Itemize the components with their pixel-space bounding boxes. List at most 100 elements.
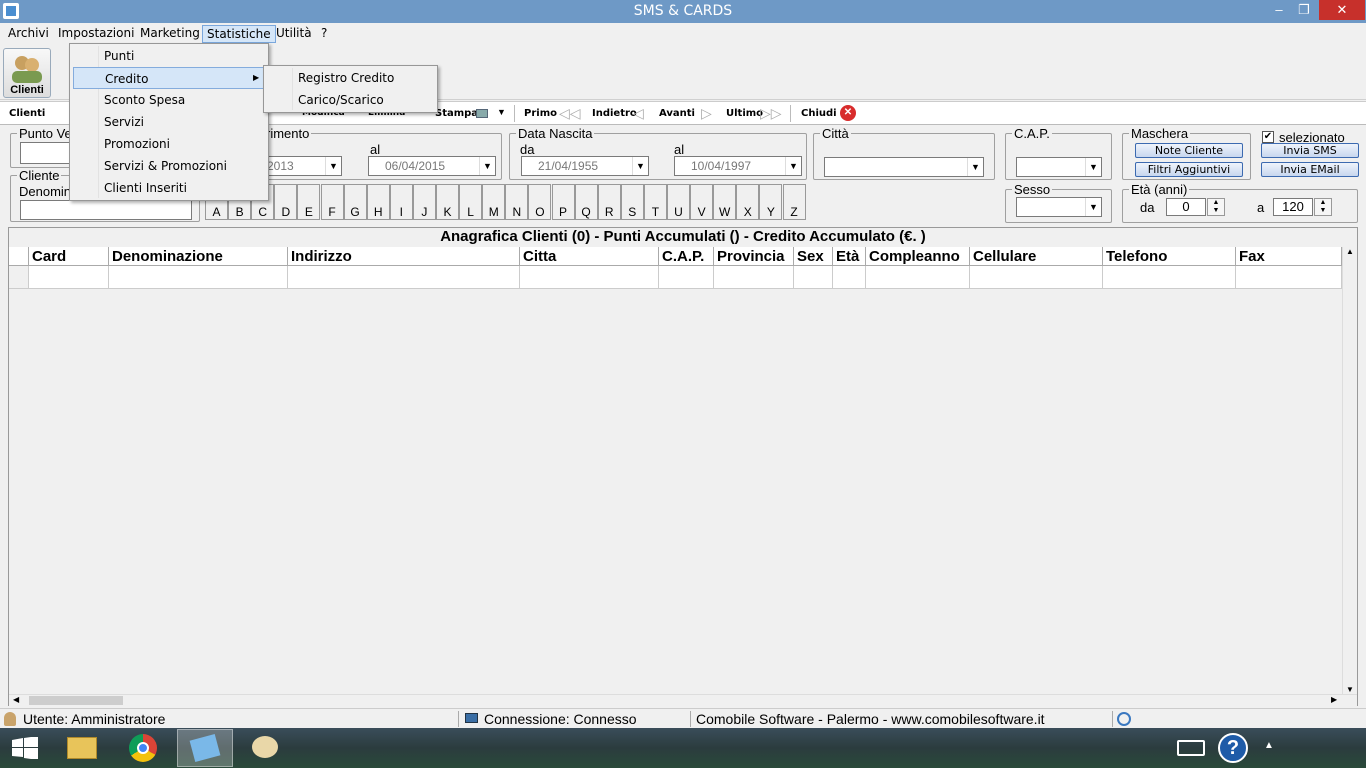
scroll-up-icon[interactable]: ▲ [1343, 247, 1357, 256]
scroll-right-icon[interactable]: ▶ [1331, 695, 1337, 704]
scroll-left-icon[interactable]: ◀ [13, 695, 19, 704]
col-fax[interactable]: Fax [1236, 247, 1342, 266]
chrome-icon[interactable] [115, 729, 171, 767]
table-cell[interactable] [659, 266, 714, 289]
filtri-aggiuntivi-button[interactable]: Filtri Aggiuntivi [1135, 162, 1243, 177]
close-button[interactable]: ✕ [1319, 0, 1365, 20]
letter-button-l[interactable]: L [459, 184, 483, 220]
stampa-button[interactable]: Stampa [435, 108, 478, 119]
menu-archivi[interactable]: Archivi [4, 25, 53, 43]
table-cell[interactable] [714, 266, 794, 289]
selezionato-checkbox[interactable]: ✔ [1262, 131, 1274, 143]
submenu-item-registro-credito[interactable]: Registro Credito [267, 67, 435, 89]
letter-button-s[interactable]: S [620, 184, 644, 220]
table-cell[interactable] [288, 266, 520, 289]
tray-chevron-icon[interactable]: ▲ [1264, 740, 1274, 751]
paint-icon[interactable] [238, 729, 294, 767]
close-red-icon[interactable]: ✕ [840, 105, 856, 121]
letter-button-n[interactable]: N [505, 184, 529, 220]
letter-button-v[interactable]: V [690, 184, 714, 220]
menu-item-servizi-promozioni[interactable]: Servizi & Promozioni [73, 155, 266, 177]
col-compleanno[interactable]: Compleanno [866, 247, 970, 266]
menu-marketing[interactable]: Marketing [136, 25, 204, 43]
maximize-button[interactable]: ❐ [1292, 0, 1316, 20]
table-cell[interactable] [109, 266, 288, 289]
letter-button-f[interactable]: F [320, 184, 344, 220]
eta-a-input[interactable]: 120 [1273, 198, 1313, 216]
sms-cards-taskbar-icon[interactable] [177, 729, 233, 767]
col-cap[interactable]: C.A.P. [659, 247, 714, 266]
letter-button-g[interactable]: G [343, 184, 367, 220]
eta-a-spinner[interactable]: ▲ ▼ [1314, 198, 1332, 216]
letter-button-h[interactable]: H [366, 184, 390, 220]
table-cell[interactable] [1236, 266, 1342, 289]
eta-da-spinner[interactable]: ▲ ▼ [1207, 198, 1225, 216]
note-cliente-button[interactable]: Note Cliente [1135, 143, 1243, 158]
menu-item-servizi[interactable]: Servizi [73, 111, 266, 133]
help-icon[interactable]: ? [1218, 733, 1248, 763]
menu-utilita[interactable]: Utilità [272, 25, 316, 43]
vertical-scrollbar[interactable]: ▲ ▼ [1342, 247, 1357, 694]
avanti-button[interactable]: Avanti [659, 108, 695, 119]
chiudi-button[interactable]: Chiudi [801, 108, 837, 119]
menu-impostazioni[interactable]: Impostazioni [54, 25, 138, 43]
eta-da-input[interactable]: 0 [1166, 198, 1206, 216]
letter-button-w[interactable]: W [713, 184, 737, 220]
horizontal-scrollbar[interactable]: ◀ ▶ [9, 694, 1357, 706]
col-eta[interactable]: Età [833, 247, 866, 266]
invia-email-button[interactable]: Invia EMail [1261, 162, 1359, 177]
table-cell[interactable] [1103, 266, 1236, 289]
submenu-item-carico-scarico[interactable]: Carico/Scarico [267, 89, 435, 111]
letter-button-p[interactable]: P [551, 184, 575, 220]
punto-vendita-input[interactable] [20, 142, 70, 164]
clienti-ribbon-button[interactable]: Clienti [3, 48, 51, 98]
table-row-selector[interactable] [9, 266, 29, 289]
menu-item-sconto-spesa[interactable]: Sconto Spesa [73, 89, 266, 111]
table-cell[interactable] [970, 266, 1103, 289]
col-card[interactable]: Card [29, 247, 109, 266]
letter-button-r[interactable]: R [597, 184, 621, 220]
col-sex[interactable]: Sex [794, 247, 833, 266]
menu-item-credito[interactable]: Credito [73, 67, 266, 89]
letter-button-x[interactable]: X [736, 184, 760, 220]
menu-item-promozioni[interactable]: Promozioni [73, 133, 266, 155]
menu-help[interactable]: ? [317, 25, 331, 43]
letter-button-t[interactable]: T [643, 184, 667, 220]
keyboard-icon[interactable] [1177, 740, 1205, 756]
letter-button-u[interactable]: U [667, 184, 690, 220]
riferimento-to-date[interactable]: 06/04/2015 ▼ [368, 156, 496, 176]
citta-select[interactable]: ▼ [824, 157, 984, 177]
letter-button-k[interactable]: K [436, 184, 459, 220]
table-cell[interactable] [866, 266, 970, 289]
sesso-select[interactable]: ▼ [1016, 197, 1102, 217]
file-explorer-icon[interactable] [54, 729, 110, 767]
letter-button-j[interactable]: J [412, 184, 436, 220]
letter-button-i[interactable]: I [389, 184, 413, 220]
windows-start-icon[interactable] [12, 736, 38, 762]
primo-button[interactable]: Primo [524, 108, 557, 119]
minimize-button[interactable]: ‒ [1268, 0, 1290, 20]
table-cell[interactable] [520, 266, 659, 289]
col-citta[interactable]: Citta [520, 247, 659, 266]
table-cell[interactable] [29, 266, 109, 289]
scroll-down-icon[interactable]: ▼ [1343, 685, 1357, 694]
col-telefono[interactable]: Telefono [1103, 247, 1236, 266]
letter-button-z[interactable]: Z [782, 184, 806, 220]
letter-button-o[interactable]: O [528, 184, 552, 220]
cap-select[interactable]: ▼ [1016, 157, 1102, 177]
table-cell[interactable] [794, 266, 833, 289]
ultimo-button[interactable]: Ultimo [726, 108, 763, 119]
letter-button-m[interactable]: M [482, 184, 506, 220]
col-cellulare[interactable]: Cellulare [970, 247, 1103, 266]
col-provincia[interactable]: Provincia [714, 247, 794, 266]
col-indirizzo[interactable]: Indirizzo [288, 247, 520, 266]
scroll-thumb[interactable] [29, 696, 123, 705]
stampa-dropdown-icon[interactable]: ▼ [497, 107, 506, 117]
letter-button-d[interactable]: D [274, 184, 298, 220]
nascita-to-date[interactable]: 10/04/1997 ▼ [674, 156, 802, 176]
nascita-from-date[interactable]: 21/04/1955 ▼ [521, 156, 649, 176]
invia-sms-button[interactable]: Invia SMS [1261, 143, 1359, 158]
table-cell[interactable] [833, 266, 866, 289]
menu-statistiche[interactable]: Statistiche [202, 25, 276, 43]
menu-item-punti[interactable]: Punti [73, 45, 266, 67]
